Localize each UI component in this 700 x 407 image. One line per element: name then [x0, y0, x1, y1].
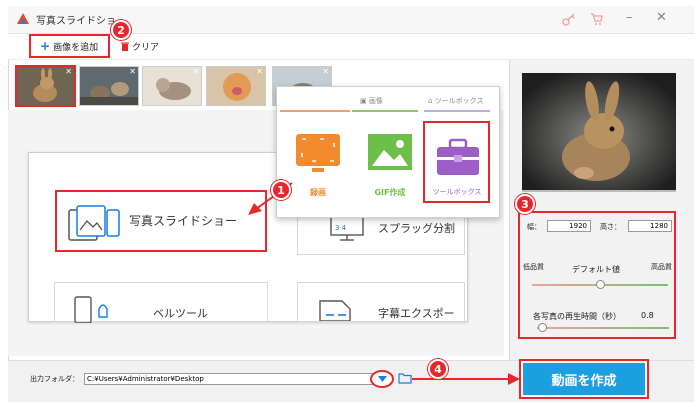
duration-value: 0.8: [641, 311, 654, 320]
rabbit-preview-image: [522, 73, 676, 190]
popup-tab-underline-3: [424, 110, 490, 112]
slideshow-icon: [68, 205, 120, 241]
bell-tool-card[interactable]: ベルツール: [54, 282, 268, 323]
chevron-down-icon: [378, 376, 387, 382]
thumbnail-cat-yawning[interactable]: ✕: [206, 66, 266, 106]
width-label: 幅：: [527, 223, 541, 231]
thumbnail-cat-lying[interactable]: ✕: [142, 66, 202, 106]
duration-label: 各写真の再生時間（秒）: [533, 312, 621, 321]
thumbnail-cats-outdoor[interactable]: ✕: [79, 66, 139, 106]
cart-icon[interactable]: [590, 12, 604, 26]
svg-text:3 4: 3 4: [335, 224, 347, 232]
popup-tab-underline-1: [280, 110, 350, 112]
low-quality-label: 低品質: [523, 263, 544, 271]
gif-tool-label: GIF作成: [374, 188, 406, 197]
close-icon[interactable]: ✕: [656, 10, 667, 25]
duration-slider-knob[interactable]: [537, 323, 547, 332]
height-input[interactable]: 1280: [628, 220, 672, 232]
width-input[interactable]: 1920: [547, 220, 591, 232]
toolbar: [8, 34, 694, 60]
popup-tab-toolbox-label: ツールボックス: [434, 97, 484, 105]
subtitle-tool-card[interactable]: 字幕エクスポー: [297, 282, 465, 322]
toolbox-icon: [437, 138, 479, 175]
subtitle-icon: [319, 300, 351, 321]
gif-image-icon: [368, 134, 412, 170]
slideshow-tool-card[interactable]: 写真スライドショー: [55, 190, 267, 252]
remove-thumb-icon[interactable]: ✕: [65, 67, 72, 76]
toolbox-tool-button[interactable]: ツールボックス: [423, 121, 490, 203]
clear-button[interactable]: クリア: [121, 40, 159, 53]
split-tool-label: スプラッグ分割: [378, 222, 455, 235]
bell-tool-label: ベルツール: [153, 307, 208, 320]
output-folder-label: 出力フォルダ：: [30, 375, 79, 383]
quality-slider-knob[interactable]: [595, 280, 605, 289]
remove-thumb-icon[interactable]: ✕: [129, 67, 136, 76]
record-icon: [296, 134, 340, 172]
plus-icon: +: [40, 39, 51, 53]
default-quality-label: デフォルト値: [572, 265, 620, 274]
thumbnail-rabbit[interactable]: ✕: [15, 65, 76, 107]
trash-icon: [121, 42, 129, 51]
subtitle-tool-label: 字幕エクスポー: [378, 307, 455, 320]
callout-arrow-4: [412, 373, 520, 385]
callout-arrow-1: [248, 182, 293, 215]
step-badge-3: 3: [515, 194, 535, 214]
remove-thumb-icon[interactable]: ✕: [192, 67, 199, 76]
remove-thumb-icon[interactable]: ✕: [256, 67, 263, 76]
popup-tab-image[interactable]: ▣ 画像: [360, 96, 383, 106]
key-icon[interactable]: [562, 12, 576, 26]
popup-tab-toolbox[interactable]: ⌂ ツールボックス: [428, 96, 483, 106]
output-path-input[interactable]: C:¥Users¥Administrator¥Desktop: [84, 373, 374, 385]
step-badge-1: 1: [271, 180, 291, 200]
toolbox-tool-label: ツールボックス: [432, 188, 482, 196]
preview-progress-track[interactable]: [522, 190, 676, 192]
high-quality-label: 高品質: [651, 263, 672, 271]
clear-label: クリア: [132, 43, 160, 53]
slideshow-tool-label: 写真スライドショー: [129, 214, 238, 228]
add-image-button[interactable]: + 画像を追加: [40, 40, 98, 53]
monitor-icon: 3 4: [330, 216, 364, 241]
duration-slider-track[interactable]: [537, 327, 669, 329]
window-title: 写真スライドショ: [36, 16, 116, 27]
path-dropdown-button[interactable]: [370, 370, 394, 388]
phone-bell-icon: [74, 296, 108, 323]
remove-thumb-icon[interactable]: ✕: [322, 67, 329, 76]
gif-tool-button[interactable]: [364, 128, 416, 196]
add-image-label: 画像を追加: [53, 43, 99, 53]
app-logo-icon: [17, 13, 29, 24]
popup-tab-image-label: 画像: [368, 97, 383, 105]
minimize-icon[interactable]: –: [626, 10, 633, 25]
preview-image: [522, 73, 676, 190]
step-badge-2: 2: [111, 20, 131, 40]
create-video-button[interactable]: 動画を作成: [523, 363, 645, 395]
popup-tab-underline-2: [352, 110, 418, 112]
step-badge-4: 4: [428, 359, 448, 379]
height-label: 高さ：: [600, 223, 621, 231]
